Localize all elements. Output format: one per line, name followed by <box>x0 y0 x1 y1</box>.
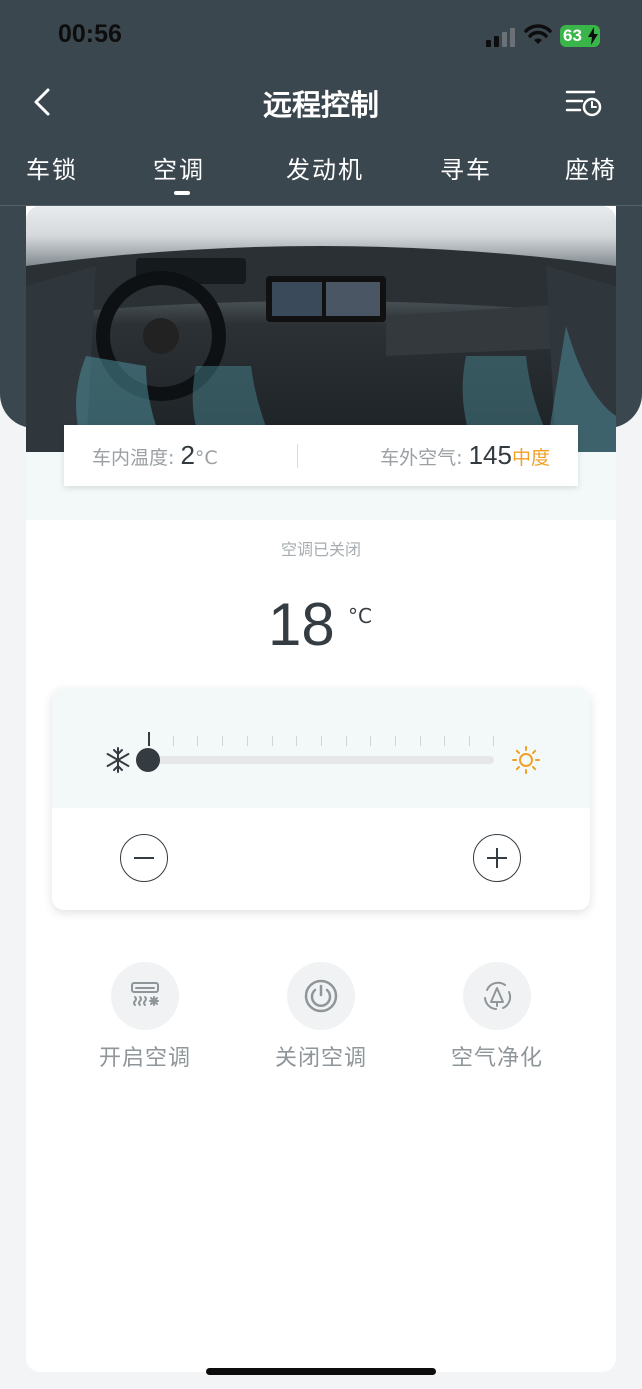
slider-ticks <box>148 732 494 748</box>
air-purify-icon <box>484 981 512 1010</box>
slider-area <box>52 688 590 808</box>
inside-temperature-label: 车内温度: <box>92 447 175 469</box>
tab-find-car[interactable]: 寻车 <box>440 150 492 185</box>
action-icon-circle <box>463 962 531 1030</box>
page-title: 远程控制 <box>262 88 379 122</box>
air-purify-button[interactable]: 空气净化 <box>427 962 567 1072</box>
outside-air-quality: 车外空气: 145中度 <box>380 440 550 471</box>
action-icon-circle <box>111 962 179 1030</box>
battery-level: 63 <box>563 26 582 45</box>
charging-bolt-icon <box>588 27 598 45</box>
temperature-slider-track[interactable] <box>148 756 494 764</box>
turn-on-ac-button[interactable]: 开启空调 <box>75 962 215 1072</box>
sun-icon <box>512 746 540 774</box>
outside-air-level: 中度 <box>511 447 550 469</box>
snowflake-icon <box>106 747 130 773</box>
target-temperature: 18 <box>268 591 335 658</box>
inside-temperature: 车内温度: 2°C <box>92 440 218 471</box>
temperature-control-card <box>52 688 590 910</box>
inside-temperature-unit: °C <box>194 447 218 469</box>
battery-icon: 63 <box>560 25 600 47</box>
outside-air-value: 145 <box>468 440 512 470</box>
status-bar: 00:56 63 <box>0 0 642 72</box>
power-icon <box>304 979 338 1013</box>
tab-engine[interactable]: 发动机 <box>286 150 364 185</box>
turn-off-ac-button[interactable]: 关闭空调 <box>251 962 391 1072</box>
tab-ac[interactable]: 空调 <box>153 150 205 185</box>
temperature-unit: °C <box>348 604 372 628</box>
ac-status-text: 空调已关闭 <box>280 540 361 559</box>
temperature-slider-thumb[interactable] <box>136 748 160 772</box>
climate-info-strip: 车内温度: 2°C 车外空气: 145中度 <box>64 425 578 486</box>
status-time: 00:56 <box>58 20 122 48</box>
ac-on-icon <box>131 982 159 1006</box>
info-divider <box>297 444 298 468</box>
history-button[interactable] <box>564 86 604 120</box>
outside-air-label: 车外空气: <box>380 447 463 469</box>
home-indicator <box>206 1368 436 1375</box>
list-clock-icon <box>565 90 602 117</box>
air-purify-label: 空气净化 <box>450 1046 543 1071</box>
action-icon-circle <box>287 962 355 1030</box>
nav-bar: 远程控制 <box>0 72 642 134</box>
turn-on-ac-label: 开启空调 <box>98 1046 191 1071</box>
cellular-signal-icon <box>486 28 515 47</box>
decrease-temperature-button[interactable] <box>120 834 168 882</box>
inside-temperature-value: 2 <box>180 440 195 470</box>
turn-off-ac-label: 关闭空调 <box>274 1046 367 1071</box>
tab-bar: 车锁 空调 发动机 寻车 座椅 <box>0 150 642 200</box>
car-interior-image <box>26 206 616 452</box>
active-tab-indicator <box>174 191 190 195</box>
increase-temperature-button[interactable] <box>473 834 521 882</box>
wifi-icon <box>524 24 552 44</box>
tab-lock[interactable]: 车锁 <box>26 150 78 185</box>
tab-seat[interactable]: 座椅 <box>565 150 617 185</box>
